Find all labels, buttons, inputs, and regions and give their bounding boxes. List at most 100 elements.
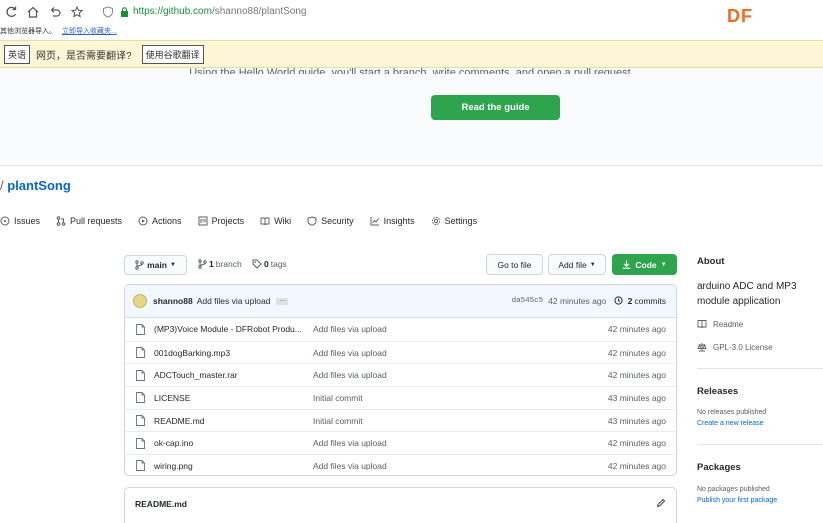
- file-icon: [136, 369, 145, 381]
- undo-icon[interactable]: [44, 1, 66, 23]
- file-icon: [136, 323, 145, 335]
- file-commit-message[interactable]: Initial commit: [313, 393, 363, 403]
- file-name-link[interactable]: wiring.png: [154, 461, 193, 471]
- pencil-icon[interactable]: [656, 498, 666, 508]
- commit-count-label: commits: [634, 296, 666, 306]
- tab-insights[interactable]: Insights: [370, 216, 415, 226]
- address-bar[interactable]: https:// github.com /shanno88/plantSong: [102, 5, 306, 18]
- file-commit-message[interactable]: Add files via upload: [313, 348, 387, 358]
- file-age: 43 minutes ago: [607, 415, 666, 426]
- file-name-link[interactable]: LICENSE: [154, 393, 190, 403]
- file-age: 42 minutes ago: [607, 324, 666, 335]
- releases-empty: No releases published: [697, 409, 767, 416]
- issue-icon: [0, 216, 10, 226]
- star-icon[interactable]: [66, 1, 88, 23]
- file-name-link[interactable]: 001dogBarking.mp3: [154, 348, 230, 358]
- pull-request-icon: [56, 216, 66, 226]
- file-name-link[interactable]: (MP3)Voice Module - DFRobot Produ...: [154, 324, 302, 334]
- file-age: 42 minutes ago: [607, 347, 666, 358]
- back-icon[interactable]: [0, 1, 22, 23]
- tab-label: Wiki: [274, 216, 292, 226]
- tab-wiki[interactable]: Wiki: [260, 216, 291, 226]
- add-file-label: Add file: [558, 259, 587, 270]
- file-name-link[interactable]: ok-cap.ino: [154, 438, 193, 448]
- commits-link[interactable]: 2 commits: [614, 296, 666, 306]
- file-commit-message[interactable]: Initial commit: [313, 416, 363, 426]
- file-commit-message[interactable]: Add files via upload: [313, 438, 387, 448]
- commit-author[interactable]: shanno88: [153, 296, 193, 306]
- tab-label: Insights: [383, 216, 415, 226]
- file-row[interactable]: wiring.png Add files via upload 42 minutes…: [125, 454, 676, 475]
- file-commit-message[interactable]: Add files via upload: [313, 461, 387, 471]
- branch-count-label: branch: [215, 259, 242, 269]
- file-row[interactable]: ADCTouch_master.rar Add files via upload 4…: [125, 363, 676, 386]
- ellipsis-icon[interactable]: …: [276, 297, 289, 305]
- branch-icon: [198, 259, 207, 269]
- tab-pull-requests[interactable]: Pull requests: [56, 216, 122, 226]
- packages-empty: No packages published: [697, 486, 770, 493]
- tags-link[interactable]: 0 tags: [252, 259, 287, 269]
- file-name-link[interactable]: ADCTouch_master.rar: [154, 370, 238, 380]
- repo-title: / plantSong: [0, 178, 71, 193]
- tab-settings[interactable]: Settings: [431, 216, 478, 226]
- tab-label: Security: [321, 216, 354, 226]
- license-link[interactable]: GPL-3.0 License: [697, 342, 773, 352]
- file-name-link[interactable]: README.md: [154, 416, 205, 426]
- translate-question: 网页，是否需要翻译?: [36, 50, 132, 62]
- repo-name-link[interactable]: plantSong: [7, 178, 71, 193]
- tab-issues[interactable]: Issues: [0, 216, 40, 226]
- create-release-link[interactable]: Create a new release: [697, 420, 764, 427]
- code-label: Code: [635, 259, 657, 270]
- tag-count: 0: [264, 259, 269, 269]
- releases-heading[interactable]: Releases: [697, 386, 738, 397]
- add-file-button[interactable]: Add file ▼: [548, 254, 606, 275]
- url-domain: github.com: [163, 6, 212, 17]
- code-button[interactable]: Code ▼: [612, 254, 677, 275]
- branch-icon: [135, 260, 144, 270]
- file-row[interactable]: LICENSE Initial commit 43 minutes ago: [125, 386, 676, 409]
- file-row[interactable]: ok-cap.ino Add files via upload 42 minutes…: [125, 431, 676, 454]
- tab-projects[interactable]: Projects: [198, 216, 245, 226]
- tab-label: Settings: [444, 216, 478, 226]
- readme-link[interactable]: Readme: [697, 319, 743, 329]
- browser-toolbar: https:// github.com /shanno88/plantSong: [0, 0, 823, 23]
- bookmark-bar: 其他浏览器导入。 立即导入收藏夹...: [0, 23, 823, 39]
- tab-actions[interactable]: Actions: [138, 216, 182, 226]
- publish-package-link[interactable]: Publish your first package: [697, 497, 777, 504]
- file-row[interactable]: README.md Initial commit 43 minutes ago: [125, 408, 676, 432]
- home-icon[interactable]: [22, 1, 44, 23]
- file-row[interactable]: 001dogBarking.mp3 Add files via upload 42 …: [125, 340, 676, 364]
- file-row[interactable]: (MP3)Voice Module - DFRobot Produ... Add …: [125, 318, 676, 341]
- branches-link[interactable]: 1 branch: [198, 259, 242, 269]
- translate-language[interactable]: 英语: [4, 44, 31, 64]
- commit-message[interactable]: Add files via upload: [197, 296, 271, 306]
- tab-label: Actions: [152, 216, 182, 226]
- tag-count-label: tags: [270, 259, 287, 269]
- wiki-icon: [260, 217, 270, 226]
- chevron-down-icon: ▼: [589, 261, 596, 268]
- translate-button[interactable]: 使用谷歌翻译: [141, 44, 204, 64]
- banner-text: Using the Hello World guide, you'll star…: [189, 67, 634, 74]
- branch-select[interactable]: main ▼: [124, 255, 187, 275]
- file-age: 43 minutes ago: [607, 392, 666, 403]
- go-to-file-button[interactable]: Go to file: [486, 254, 543, 275]
- tab-label: Projects: [211, 216, 245, 226]
- url-scheme: https://: [133, 6, 164, 17]
- file-icon: [136, 460, 145, 472]
- tab-security[interactable]: Security: [307, 216, 354, 226]
- read-guide-button[interactable]: Read the guide: [431, 95, 560, 120]
- import-bookmarks-link[interactable]: 立即导入收藏夹...: [62, 26, 117, 36]
- file-commit-message[interactable]: Add files via upload: [313, 324, 387, 334]
- file-list: shanno88 Add files via upload … da545c5 …: [124, 284, 677, 476]
- law-icon: [697, 343, 707, 352]
- tab-label: Issues: [14, 216, 41, 226]
- readme-title: README.md: [135, 499, 187, 509]
- license-label: GPL-3.0 License: [713, 342, 773, 352]
- file-commit-message[interactable]: Add files via upload: [313, 370, 387, 380]
- file-age: 42 minutes ago: [607, 438, 666, 449]
- commit-sha[interactable]: da545c5: [512, 297, 544, 305]
- about-heading: About: [697, 256, 725, 267]
- avatar[interactable]: [133, 294, 147, 308]
- shield-icon: [307, 216, 317, 226]
- packages-heading[interactable]: Packages: [697, 462, 741, 473]
